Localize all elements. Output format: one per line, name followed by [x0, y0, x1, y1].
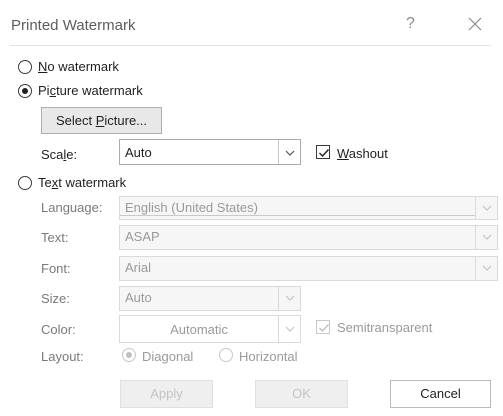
no-watermark-radio[interactable]	[18, 60, 32, 74]
picture-watermark-label[interactable]: Picture watermark	[38, 83, 143, 98]
diagonal-radio[interactable]	[122, 348, 136, 362]
text-dropdown[interactable]: ASAP	[119, 225, 498, 250]
chevron-down-icon	[278, 140, 300, 164]
diagonal-label[interactable]: Diagonal	[142, 349, 193, 364]
chevron-down-icon	[475, 197, 497, 219]
title-separator	[10, 45, 491, 46]
text-label: Text:	[41, 230, 69, 245]
horizontal-radio[interactable]	[219, 348, 233, 362]
size-label: Size:	[41, 291, 70, 306]
washout-label[interactable]: Washout	[337, 146, 388, 161]
chevron-down-icon	[475, 257, 497, 280]
close-icon[interactable]	[466, 15, 484, 33]
apply-button[interactable]: Apply	[120, 380, 213, 408]
language-underline	[120, 215, 475, 216]
color-label: Color:	[41, 322, 76, 337]
picture-watermark-radio[interactable]	[18, 84, 32, 98]
title-bar: Printed Watermark ?	[0, 0, 503, 42]
layout-label: Layout:	[41, 349, 84, 364]
size-dropdown[interactable]: Auto	[119, 286, 301, 311]
scale-label: Scale:	[41, 147, 78, 162]
chevron-down-icon	[475, 226, 497, 249]
semitransparent-checkbox[interactable]	[316, 320, 330, 334]
cancel-button[interactable]: Cancel	[390, 380, 491, 408]
text-watermark-radio[interactable]	[18, 176, 32, 190]
ok-button[interactable]: OK	[255, 380, 348, 408]
scale-dropdown[interactable]: Auto	[119, 139, 301, 165]
printed-watermark-dialog: Printed Watermark ? No watermark Picture…	[0, 0, 503, 416]
dialog-title: Printed Watermark	[11, 17, 136, 34]
no-watermark-label[interactable]: No watermark	[38, 59, 119, 74]
language-label: Language:	[41, 200, 103, 215]
language-dropdown[interactable]: English (United States)	[119, 196, 498, 220]
washout-checkbox[interactable]	[316, 145, 330, 159]
text-watermark-label[interactable]: Text watermark	[38, 175, 126, 190]
semitransparent-label[interactable]: Semitransparent	[337, 320, 432, 335]
select-picture-button[interactable]: Select Picture...	[41, 107, 162, 134]
font-label: Font:	[41, 261, 71, 276]
chevron-down-icon	[278, 316, 300, 342]
color-dropdown[interactable]: Automatic	[119, 315, 301, 343]
chevron-down-icon	[278, 287, 300, 310]
help-button[interactable]: ?	[406, 15, 415, 33]
horizontal-label[interactable]: Horizontal	[239, 349, 298, 364]
font-dropdown[interactable]: Arial	[119, 256, 498, 281]
